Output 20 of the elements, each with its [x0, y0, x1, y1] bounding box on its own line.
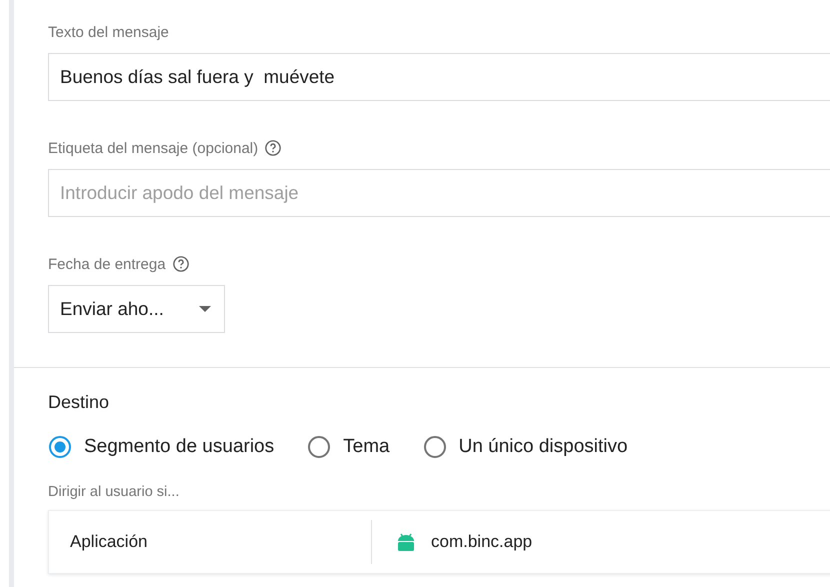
help-icon[interactable]: [172, 255, 190, 273]
message-text-field[interactable]: Buenos días sal fuera y muévete: [48, 53, 830, 101]
hint-text: Dirigir al usuario si...: [48, 484, 180, 500]
android-icon: [397, 532, 415, 552]
radio-label[interactable]: Un único dispositivo: [458, 436, 628, 458]
radio-label[interactable]: Tema: [343, 436, 390, 458]
radio-button[interactable]: [307, 435, 332, 459]
field-label: Texto del mensaje: [48, 24, 169, 41]
section-title: Destino: [48, 392, 110, 413]
radio-label[interactable]: Segmento de usuarios: [84, 436, 274, 458]
caret-icon: [199, 306, 211, 312]
field-label: Fecha de entrega: [48, 256, 166, 272]
radio-button[interactable]: [422, 435, 447, 459]
field-label: Etiqueta del mensaje (opcional): [48, 140, 258, 156]
table-cell: com.binc.app: [431, 532, 532, 552]
table-cell-text: Aplicación: [69, 532, 148, 552]
delivery-date-dropdown[interactable]: Enviar aho...: [48, 285, 225, 333]
radio-button[interactable]: [48, 435, 72, 459]
help-icon[interactable]: [264, 139, 282, 157]
message-label-field[interactable]: Introducir apodo del mensaje: [48, 169, 830, 217]
